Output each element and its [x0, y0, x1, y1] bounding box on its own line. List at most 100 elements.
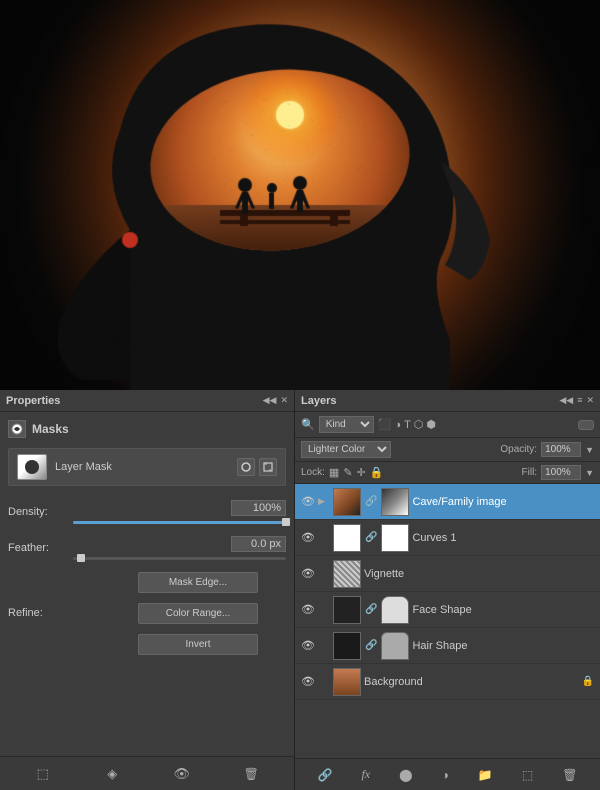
lock-all-icon[interactable]: 🔒: [370, 466, 384, 479]
feather-value[interactable]: 0.0 px: [231, 536, 286, 552]
layer-visibility-btn[interactable]: 👁: [301, 495, 315, 509]
opacity-input[interactable]: [541, 442, 581, 457]
new-adjustment-icon[interactable]: ◑: [442, 768, 449, 782]
layer-row[interactable]: 👁🔗Face Shape: [295, 592, 600, 628]
refine-label: Refine:: [8, 607, 73, 619]
kind-select[interactable]: Kind: [319, 416, 374, 433]
layers-bottom-bar: 🔗 fx ⬤ ◑ 📁 ⬚ 🗑: [295, 758, 600, 790]
mask-transform-btn[interactable]: [259, 458, 277, 476]
layers-title: Layers: [301, 395, 336, 407]
layer-visibility-btn[interactable]: 👁: [301, 675, 315, 689]
filter-toggle[interactable]: [578, 420, 594, 430]
feather-thumb[interactable]: [77, 554, 85, 562]
layer-fx-icon[interactable]: fx: [361, 767, 370, 782]
layer-visibility-btn[interactable]: 👁: [301, 603, 315, 617]
delete-mask-icon[interactable]: 🗑: [241, 764, 261, 784]
layers-blend-row: Lighter Color Opacity: ▼: [295, 438, 600, 462]
masks-header: Masks: [8, 420, 286, 438]
fill-input[interactable]: [541, 465, 581, 480]
layer-mask-thumbnail: [381, 596, 409, 624]
layer-row[interactable]: 👁 Background 🔒: [295, 664, 600, 700]
feather-slider-wrapper: 0.0 px: [73, 536, 286, 560]
photo-canvas: [0, 0, 600, 390]
color-range-button[interactable]: Color Range...: [138, 603, 258, 624]
feather-label: Feather:: [8, 542, 73, 554]
filter-pixel-icon[interactable]: ⬛: [378, 418, 392, 431]
filter-shape-icon[interactable]: ⬡: [414, 418, 424, 431]
properties-controls: ◀◀ ✕: [263, 395, 288, 406]
density-value[interactable]: 100%: [231, 500, 286, 516]
feather-row: Feather: 0.0 px: [8, 536, 286, 560]
lock-brush-icon[interactable]: ✎: [343, 466, 352, 479]
new-layer-icon[interactable]: ⬚: [522, 768, 533, 782]
add-mask-icon[interactable]: ⬤: [399, 768, 412, 782]
properties-panel: Properties ◀◀ ✕ Masks Layer Mask: [0, 390, 295, 790]
layer-chain-icon: 🔗: [365, 496, 377, 507]
density-thumb[interactable]: [282, 518, 290, 526]
properties-collapse-btn[interactable]: ◀◀: [263, 395, 277, 406]
mask-edge-button[interactable]: Mask Edge...: [138, 572, 258, 593]
layer-mask-thumbnail: [381, 524, 409, 552]
layer-visibility-btn[interactable]: 👁: [301, 567, 315, 581]
layer-name-label: Hair Shape: [412, 640, 594, 652]
invert-button[interactable]: Invert: [138, 634, 258, 655]
layer-visibility-btn[interactable]: 👁: [301, 531, 315, 545]
layer-name-label: Background: [364, 676, 577, 688]
properties-close-btn[interactable]: ✕: [280, 395, 288, 406]
search-icon: 🔍: [301, 418, 315, 431]
layer-name-label: Curves 1: [412, 532, 594, 544]
layers-panel: Layers ◀◀ ≡ ✕ 🔍 Kind ⬛ ◑ T ⬡ ⬢: [295, 390, 600, 790]
density-slider[interactable]: [73, 521, 286, 524]
layer-expand-btn[interactable]: ▶: [318, 496, 330, 508]
visibility-icon[interactable]: 👁: [172, 764, 192, 784]
refine-section: Refine: Mask Edge... Color Range... Inve…: [8, 572, 286, 660]
layer-name-label: Cave/Family image: [412, 496, 594, 508]
layer-chain-icon: 🔗: [365, 640, 377, 651]
lock-checkerboard-icon[interactable]: ▦: [329, 466, 339, 479]
properties-bottom-bar: ⬚ ◈ 👁 🗑: [0, 756, 294, 790]
feather-slider[interactable]: [73, 557, 286, 560]
fill-arrow: ▼: [585, 468, 594, 478]
layer-row[interactable]: 👁 🔗 Hair Shape: [295, 628, 600, 664]
layers-panel-header: Layers ◀◀ ≡ ✕: [295, 390, 600, 412]
opacity-arrow: ▼: [585, 445, 594, 455]
new-group-icon[interactable]: 📁: [478, 768, 493, 782]
layers-search-row: 🔍 Kind ⬛ ◑ T ⬡ ⬢: [295, 412, 600, 438]
layers-close-btn[interactable]: ✕: [586, 395, 594, 406]
layer-lock-icon: 🔒: [582, 676, 594, 687]
lock-move-icon[interactable]: ✛: [357, 466, 366, 479]
filter-type-icon[interactable]: T: [404, 419, 411, 431]
filter-smart-icon[interactable]: ⬢: [426, 418, 436, 431]
link-layers-icon[interactable]: 🔗: [318, 768, 333, 782]
filter-icons: ⬛ ◑ T ⬡ ⬢: [378, 418, 436, 431]
mask-apply-btn[interactable]: [237, 458, 255, 476]
layers-lock-row: Lock: ▦ ✎ ✛ 🔒 Fill: ▼: [295, 462, 600, 484]
layer-row[interactable]: 👁 Vignette: [295, 556, 600, 592]
layer-chain-icon: 🔗: [365, 604, 377, 615]
masks-title: Masks: [32, 422, 69, 436]
layer-row[interactable]: 👁 🔗 Curves 1: [295, 520, 600, 556]
delete-layer-icon[interactable]: 🗑: [562, 768, 577, 782]
layer-mask-row[interactable]: Layer Mask: [8, 448, 286, 486]
layer-chain-icon: 🔗: [365, 532, 377, 543]
layer-thumbnail: [333, 524, 361, 552]
blend-mode-select[interactable]: Lighter Color: [301, 441, 391, 458]
layers-collapse-btn[interactable]: ◀◀: [559, 395, 573, 406]
opacity-label: Opacity:: [500, 444, 537, 455]
layer-thumbnail: [333, 560, 361, 588]
pixel-mask-icon[interactable]: ◈: [102, 764, 122, 784]
fill-label: Fill:: [522, 467, 538, 478]
layers-menu-btn[interactable]: ≡: [577, 395, 582, 406]
layer-row[interactable]: 👁▶ 🔗 Cave/Family image: [295, 484, 600, 520]
layer-name-label: Vignette: [364, 568, 594, 580]
layer-thumbnail: [333, 488, 361, 516]
layer-mask-thumbnail: [381, 488, 409, 516]
properties-body: Masks Layer Mask Density:: [0, 412, 294, 756]
density-row: Density: 100%: [8, 500, 286, 524]
lock-label: Lock:: [301, 467, 325, 478]
layer-visibility-btn[interactable]: 👁: [301, 639, 315, 653]
layer-mask-thumbnail: [381, 632, 409, 660]
density-slider-wrapper: 100%: [73, 500, 286, 524]
selection-icon[interactable]: ⬚: [33, 764, 53, 784]
filter-adjust-icon[interactable]: ◑: [394, 419, 401, 431]
